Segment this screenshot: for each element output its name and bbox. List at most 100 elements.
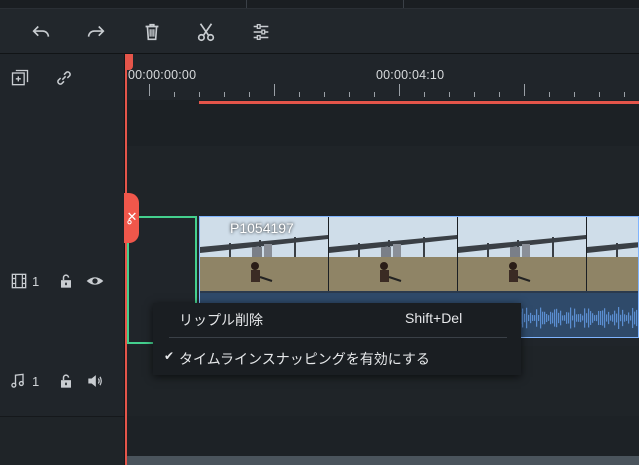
waveform-bar (596, 314, 598, 322)
waveform-bar (600, 310, 602, 326)
menu-item-label: タイムラインスナッピングを有効にする (179, 351, 430, 367)
waveform-bar (540, 307, 542, 329)
video-track-header: 1 (0, 216, 124, 347)
redo-button[interactable] (83, 19, 109, 45)
empty-track-header (0, 146, 124, 217)
waveform-bar (604, 308, 606, 328)
link-icon (57, 71, 71, 85)
waveform-bar (636, 309, 638, 327)
waveform-bar (614, 310, 616, 326)
add-track-button[interactable] (10, 68, 30, 88)
link-button[interactable] (54, 68, 74, 88)
waveform-bar (542, 311, 544, 325)
waveform-bar (572, 315, 574, 321)
menu-item-ripple-delete[interactable]: リップル削除 Shift+Del (153, 303, 521, 333)
waveform-bar (628, 312, 630, 324)
waveform-bar (590, 311, 592, 325)
top-strip-separator (403, 0, 404, 8)
waveform-bar (570, 307, 572, 329)
menu-item-enable-snapping[interactable]: ✔ タイムラインスナッピングを有効にする (153, 342, 521, 372)
film-icon (11, 273, 27, 289)
ruler-tick (349, 92, 350, 97)
track-header-panel: 1 1 (0, 54, 124, 465)
ruler-tick (149, 84, 150, 96)
ruler-tick (599, 92, 600, 97)
delete-button[interactable] (139, 19, 165, 45)
ruler-tick (449, 92, 450, 97)
audio-waveform-graphic (520, 307, 638, 329)
playhead-cap[interactable] (125, 54, 133, 70)
bottom-lane (125, 416, 639, 456)
audio-mute-button[interactable] (85, 371, 105, 391)
waveform-bar (566, 312, 568, 324)
waveform-bar (632, 307, 634, 329)
work-area-bar[interactable] (199, 101, 639, 104)
menu-item-label: リップル削除 (179, 312, 263, 328)
waveform-bar (550, 311, 552, 325)
waveform-bar (532, 315, 534, 321)
ruler-tick (199, 92, 200, 97)
ruler-tick (549, 92, 550, 97)
ruler-tick (424, 92, 425, 97)
waveform-bar (548, 315, 550, 321)
waveform-bar (522, 308, 524, 328)
waveform-bar (606, 314, 608, 322)
menu-separator (169, 337, 507, 338)
waveform-bar (626, 315, 628, 321)
waveform-bar (616, 313, 618, 323)
scissors-icon (126, 212, 136, 225)
lock-icon (61, 274, 71, 288)
video-track-number: 1 (32, 274, 40, 289)
ruler-tick (174, 92, 175, 97)
waveform-bar (588, 308, 590, 328)
waveform-bar (630, 315, 632, 321)
ruler-tick (374, 92, 375, 97)
waveform-bar (556, 308, 558, 328)
audio-lock-button[interactable] (56, 371, 76, 391)
waveform-bar (594, 315, 596, 321)
waveform-bar (578, 314, 580, 322)
undo-button[interactable] (28, 19, 54, 45)
empty-track-lane (125, 146, 639, 216)
waveform-bar (602, 310, 604, 326)
waveform-bar (586, 313, 588, 323)
audio-track-icon-wrap (8, 371, 28, 391)
timecode-start: 00:00:00:00 (128, 68, 197, 82)
cut-icon (197, 23, 215, 42)
timecode-mid: 00:00:04:10 (376, 68, 445, 82)
lock-icon (61, 374, 71, 388)
waveform-bar (524, 313, 526, 323)
cut-button[interactable] (193, 19, 219, 45)
playhead-line[interactable] (125, 54, 127, 465)
waveform-bar (582, 315, 584, 321)
waveform-bar (562, 315, 564, 321)
ruler-tick (474, 92, 475, 97)
adjust-button[interactable] (248, 19, 274, 45)
ruler-tick (399, 84, 400, 96)
time-ruler[interactable]: 00:00:00:00 00:00:04:10 (125, 54, 639, 100)
video-lock-button[interactable] (56, 271, 76, 291)
ruler-tick (299, 92, 300, 97)
context-menu: リップル削除 Shift+Del ✔ タイムラインスナッピングを有効にする (153, 303, 521, 375)
waveform-bar (564, 315, 566, 321)
waveform-bar (574, 308, 576, 328)
waveform-bar (526, 307, 528, 329)
clip-thumbnail (458, 217, 587, 291)
scrollbar-thumb[interactable] (125, 456, 639, 465)
waveform-bar (560, 310, 562, 326)
waveform-bar (610, 315, 612, 321)
timeline-area[interactable]: 00:00:00:00 00:00:04:10 P1054197 リップル削除 … (125, 54, 639, 465)
ruler-tick (224, 92, 225, 97)
waveform-bar (608, 311, 610, 325)
clip-thumbnail (329, 217, 458, 291)
waveform-bar (580, 313, 582, 323)
waveform-bar (536, 309, 538, 327)
waveform-bar (622, 309, 624, 327)
playhead-handle[interactable] (124, 193, 139, 243)
audio-track-number: 1 (32, 374, 40, 389)
waveform-bar (612, 314, 614, 322)
audio-track-header: 1 (0, 346, 124, 417)
video-visibility-button[interactable] (85, 271, 105, 291)
waveform-bar (558, 312, 560, 324)
ruler-tick (499, 92, 500, 97)
